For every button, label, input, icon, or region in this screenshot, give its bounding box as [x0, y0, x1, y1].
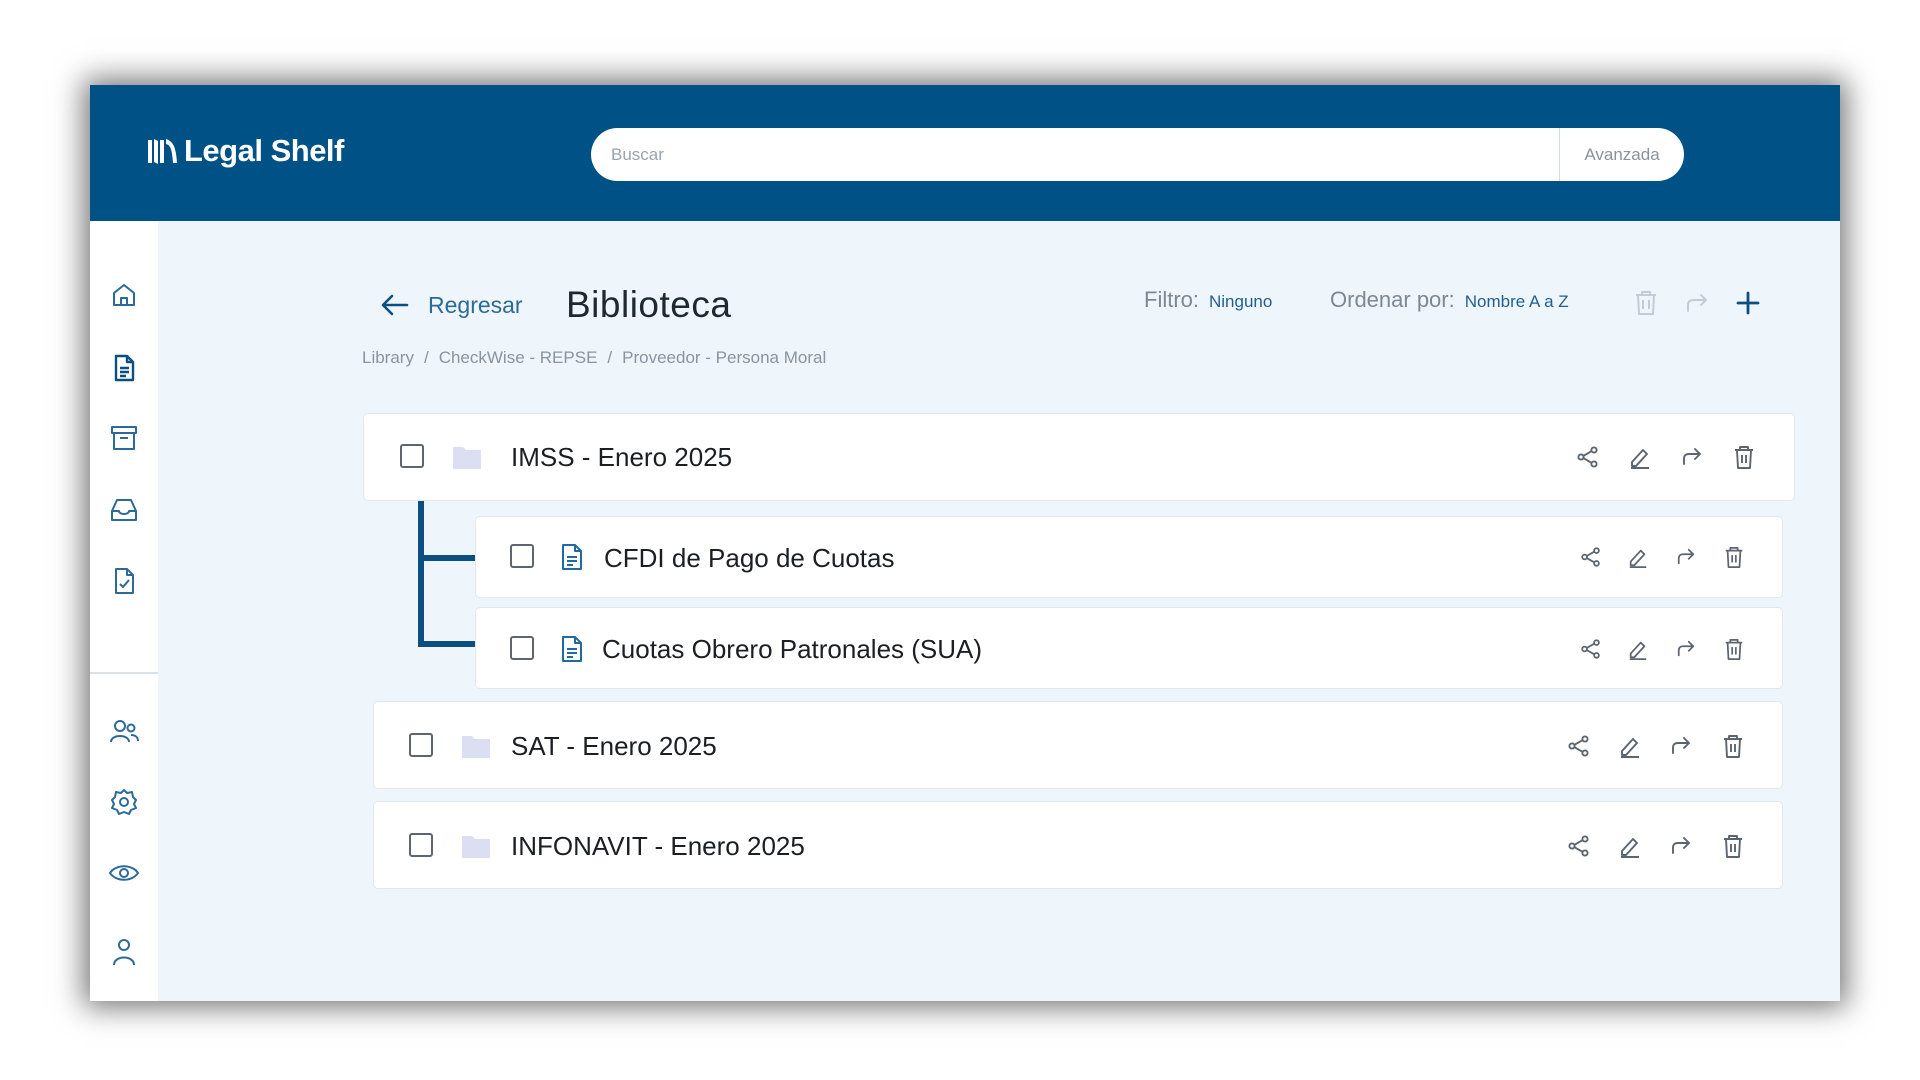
folder-icon: [461, 833, 491, 859]
trash-icon[interactable]: [1718, 831, 1748, 861]
folder-name[interactable]: SAT - Enero 2025: [511, 731, 717, 762]
trash-icon[interactable]: [1628, 285, 1664, 321]
row-checkbox[interactable]: [409, 733, 433, 757]
brand-logo[interactable]: Legal Shelf: [146, 131, 344, 171]
trash-icon[interactable]: [1718, 731, 1748, 761]
back-button[interactable]: Regresar: [380, 275, 523, 335]
forward-icon[interactable]: [1679, 285, 1715, 321]
filter-label: Filtro:: [1144, 287, 1199, 312]
row-checkbox[interactable]: [510, 636, 534, 660]
document-icon[interactable]: [107, 351, 141, 385]
forward-icon[interactable]: [1666, 831, 1696, 861]
settings-icon[interactable]: [107, 785, 141, 819]
archive-icon[interactable]: [107, 421, 141, 455]
filter-control[interactable]: Filtro: Ninguno: [1144, 287, 1272, 323]
trash-icon[interactable]: [1719, 634, 1749, 664]
folder-row[interactable]: INFONAVIT - Enero 2025: [373, 801, 1783, 889]
edit-icon[interactable]: [1615, 831, 1645, 861]
forward-icon[interactable]: [1671, 542, 1701, 572]
folder-name[interactable]: INFONAVIT - Enero 2025: [511, 831, 805, 862]
sidebar: [90, 221, 158, 1001]
edit-icon[interactable]: [1623, 634, 1653, 664]
share-icon[interactable]: [1576, 634, 1606, 664]
forward-icon[interactable]: [1677, 442, 1707, 472]
row-checkbox[interactable]: [400, 444, 424, 468]
share-icon[interactable]: [1573, 442, 1603, 472]
top-bar: Legal Shelf Avanzada: [90, 85, 1840, 221]
advanced-search-button[interactable]: Avanzada: [1560, 145, 1684, 165]
sort-control[interactable]: Ordenar por: Nombre A a Z: [1330, 287, 1569, 323]
folder-icon: [452, 444, 482, 470]
eye-icon[interactable]: [107, 856, 141, 890]
share-icon[interactable]: [1564, 831, 1594, 861]
forward-icon[interactable]: [1671, 634, 1701, 664]
file-icon: [560, 635, 584, 663]
home-icon[interactable]: [107, 278, 141, 312]
breadcrumb: Library / CheckWise - REPSE / Proveedor …: [362, 343, 826, 373]
breadcrumb-item-library[interactable]: Library: [362, 348, 414, 368]
profile-icon[interactable]: [107, 935, 141, 969]
breadcrumb-item-proveedor[interactable]: Proveedor - Persona Moral: [622, 348, 826, 368]
page-title: Biblioteca: [566, 284, 732, 325]
search-input[interactable]: [591, 128, 1559, 181]
sort-value[interactable]: Nombre A a Z: [1465, 292, 1569, 312]
edit-icon[interactable]: [1625, 442, 1655, 472]
app-window: Legal Shelf Avanzada: [90, 85, 1840, 1001]
trash-icon[interactable]: [1729, 442, 1759, 472]
file-icon: [560, 543, 584, 571]
row-checkbox[interactable]: [409, 833, 433, 857]
inbox-icon[interactable]: [107, 493, 141, 527]
users-icon[interactable]: [107, 714, 141, 748]
forward-icon[interactable]: [1666, 731, 1696, 761]
filter-value[interactable]: Ninguno: [1209, 292, 1272, 312]
file-name[interactable]: Cuotas Obrero Patronales (SUA): [602, 634, 982, 665]
file-row[interactable]: CFDI de Pago de Cuotas: [475, 516, 1783, 598]
file-row[interactable]: Cuotas Obrero Patronales (SUA): [475, 607, 1783, 689]
tree-connector-branch: [418, 641, 475, 647]
folder-name[interactable]: IMSS - Enero 2025: [511, 442, 732, 473]
trash-icon[interactable]: [1719, 542, 1749, 572]
search-bar: Avanzada: [591, 128, 1684, 181]
back-label: Regresar: [428, 291, 523, 318]
sidebar-divider: [90, 672, 158, 674]
brand-name: Legal Shelf: [184, 133, 344, 168]
breadcrumb-separator: /: [607, 348, 613, 367]
breadcrumb-separator: /: [423, 348, 429, 367]
arrow-left-icon: [381, 294, 409, 316]
sort-label: Ordenar por:: [1330, 287, 1455, 312]
tree-connector-branch: [418, 555, 475, 561]
book-logo-icon: [148, 139, 177, 164]
add-icon[interactable]: [1730, 285, 1766, 321]
share-icon[interactable]: [1564, 731, 1594, 761]
share-icon[interactable]: [1576, 542, 1606, 572]
folder-icon: [461, 733, 491, 759]
checklist-icon[interactable]: [107, 564, 141, 598]
edit-icon[interactable]: [1615, 731, 1645, 761]
row-checkbox[interactable]: [510, 544, 534, 568]
folder-row[interactable]: IMSS - Enero 2025: [363, 413, 1795, 501]
folder-row[interactable]: SAT - Enero 2025: [373, 701, 1783, 789]
file-name[interactable]: CFDI de Pago de Cuotas: [604, 543, 895, 574]
edit-icon[interactable]: [1623, 542, 1653, 572]
tree-connector-vertical: [418, 501, 424, 647]
breadcrumb-item-checkwise[interactable]: CheckWise - REPSE: [439, 348, 598, 368]
